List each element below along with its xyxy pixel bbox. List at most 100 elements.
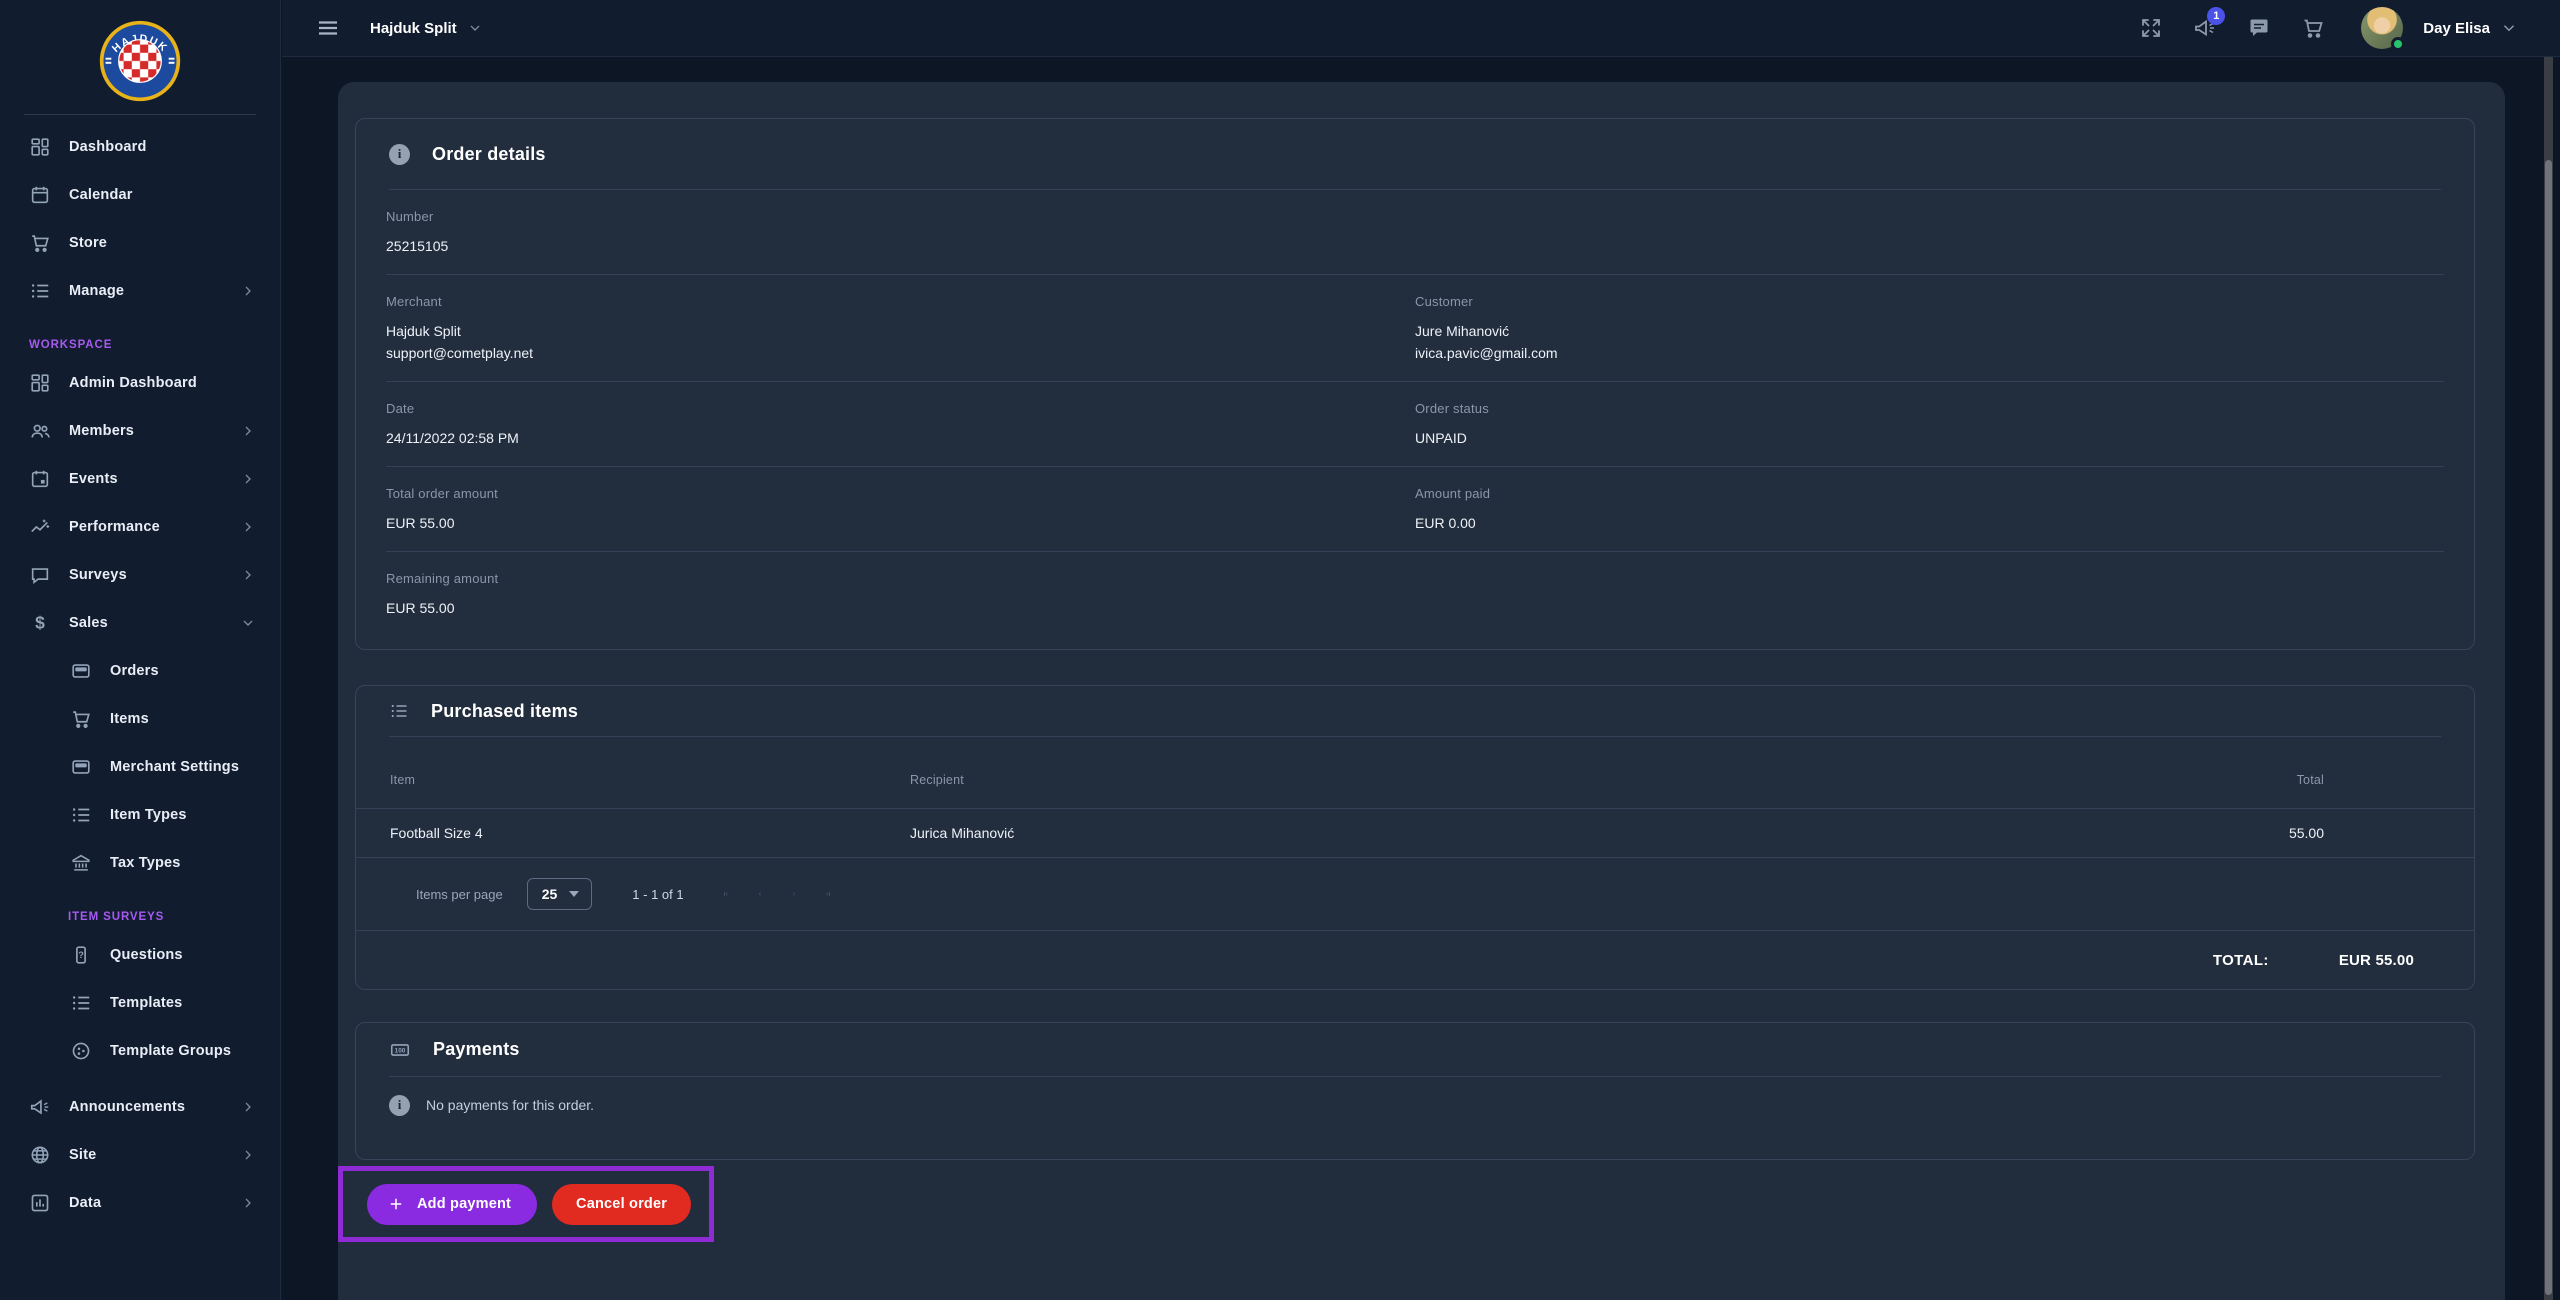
customer-name-value: Jure Mihanović [1415,320,2444,342]
sidebar-item-label: Item Types [110,807,187,823]
online-status-dot [2391,37,2405,51]
purchased-items-title: Purchased items [431,701,578,722]
megaphone-icon [29,1096,51,1118]
sidebar-section-item-surveys: ITEM SURVEYS [0,887,280,931]
sidebar-item-sales[interactable]: Sales [0,599,280,647]
club-logo[interactable]: HAJDUK SPLIT [0,0,280,104]
vertical-scrollbar-track[interactable] [2544,57,2553,1300]
workspace-switcher[interactable]: Hajduk Split [370,20,483,37]
vertical-scrollbar-thumb[interactable] [2545,160,2552,1295]
add-payment-label: Add payment [417,1196,511,1212]
chevron-right-icon [240,423,256,439]
sidebar-item-label: Calendar [69,187,133,203]
banknote-icon [389,1039,411,1061]
sidebar-item-calendar[interactable]: Calendar [0,171,280,219]
payments-card: Payments i No payments for this order. [355,1022,2475,1160]
sidebar-item-label: Members [69,423,134,439]
info-icon: i [389,1095,410,1116]
next-page-icon[interactable] [784,884,804,904]
chevron-right-icon [240,471,256,487]
user-menu[interactable]: Day Elisa [2423,20,2490,37]
messages-icon[interactable] [2247,16,2271,40]
sidebar-item-tax-types[interactable]: Tax Types [0,839,280,887]
sidebar-item-item-types[interactable]: Item Types [0,791,280,839]
sidebar-item-surveys[interactable]: Surveys [0,551,280,599]
sidebar: HAJDUK SPLIT Dashboard Calendar Store Ma… [0,0,281,1300]
list-icon [70,804,92,826]
sidebar-item-label: Orders [110,663,159,679]
table-row[interactable]: Football Size 4 Jurica Mihanović 55.00 [356,809,2474,858]
sidebar-section-workspace: WORKSPACE [0,315,280,359]
first-page-icon[interactable] [716,884,736,904]
sidebar-item-store[interactable]: Store [0,219,280,267]
trend-chart-icon [29,516,51,538]
payments-empty-state: i No payments for this order. [356,1077,2474,1133]
chevron-down-icon[interactable] [2500,19,2518,37]
sidebar-item-label: Events [69,471,118,487]
sidebar-item-announcements[interactable]: Announcements [0,1083,280,1131]
list-icon [389,701,409,721]
cart-icon[interactable] [2301,16,2325,40]
sidebar-item-orders[interactable]: Orders [0,647,280,695]
column-header-item: Item [390,773,910,787]
sidebar-item-label: Performance [69,519,160,535]
add-payment-button[interactable]: Add payment [367,1184,537,1225]
chevron-right-icon [240,1147,256,1163]
sidebar-item-label: Announcements [69,1099,185,1115]
sidebar-item-template-groups[interactable]: Template Groups [0,1027,280,1075]
dashboard-icon [29,372,51,394]
order-status-value: UNPAID [1415,427,2444,449]
merchant-email-value: support@cometplay.net [386,342,1415,364]
chat-icon [29,564,51,586]
chevron-down-icon [240,615,256,631]
announcements-button[interactable]: 1 [2193,16,2217,40]
items-pagination: Items per page 25 1 - 1 of 1 [356,858,2474,931]
bank-icon [70,852,92,874]
field-row-remaining: Remaining amount EUR 55.00 [386,552,2444,636]
sidebar-item-dashboard[interactable]: Dashboard [0,123,280,171]
sidebar-item-site[interactable]: Site [0,1131,280,1179]
dashboard-icon [29,136,51,158]
items-per-page-value: 25 [542,886,558,902]
field-label: Order status [1415,401,2444,416]
sidebar-item-items[interactable]: Items [0,695,280,743]
sidebar-nav: Dashboard Calendar Store Manage WORKSPAC… [0,115,280,1227]
sidebar-item-label: Site [69,1147,96,1163]
last-page-icon[interactable] [818,884,838,904]
sidebar-item-performance[interactable]: Performance [0,503,280,551]
items-total-row: TOTAL: EUR 55.00 [356,931,2474,989]
topbar-actions: 1 Day Elisa [2109,7,2560,49]
list-icon [29,280,51,302]
field-label: Remaining amount [386,571,1415,586]
sidebar-item-label: Dashboard [69,139,147,155]
topbar: Hajduk Split 1 Day Elisa [282,0,2560,57]
fullscreen-icon[interactable] [2139,16,2163,40]
column-header-total: Total [2144,773,2324,787]
field-label: Total order amount [386,486,1415,501]
sidebar-item-manage[interactable]: Manage [0,267,280,315]
sidebar-item-data[interactable]: Data [0,1179,280,1227]
plus-icon [387,1195,405,1213]
menu-hamburger-icon[interactable] [316,16,340,40]
total-order-amount-value: EUR 55.00 [386,512,1415,534]
sidebar-item-members[interactable]: Members [0,407,280,455]
user-avatar[interactable] [2361,7,2403,49]
sidebar-item-questions[interactable]: Questions [0,931,280,979]
sidebar-item-events[interactable]: Events [0,455,280,503]
customer-email-value: ivica.pavic@gmail.com [1415,342,2444,364]
sidebar-item-templates[interactable]: Templates [0,979,280,1027]
total-cell: 55.00 [2144,825,2324,841]
sidebar-item-label: Template Groups [110,1043,231,1059]
remaining-amount-value: EUR 55.00 [386,597,1415,619]
items-per-page-select[interactable]: 25 [527,878,593,910]
order-details-header: i Order details [356,119,2474,189]
sidebar-item-admin-dashboard[interactable]: Admin Dashboard [0,359,280,407]
previous-page-icon[interactable] [750,884,770,904]
list-icon [70,992,92,1014]
sidebar-item-merchant-settings[interactable]: Merchant Settings [0,743,280,791]
select-caret-icon [569,891,579,897]
purchased-items-card: Purchased items Item Recipient Total Foo… [355,685,2475,990]
cancel-order-button[interactable]: Cancel order [552,1184,691,1225]
info-icon: i [389,144,410,165]
chevron-right-icon [240,1099,256,1115]
